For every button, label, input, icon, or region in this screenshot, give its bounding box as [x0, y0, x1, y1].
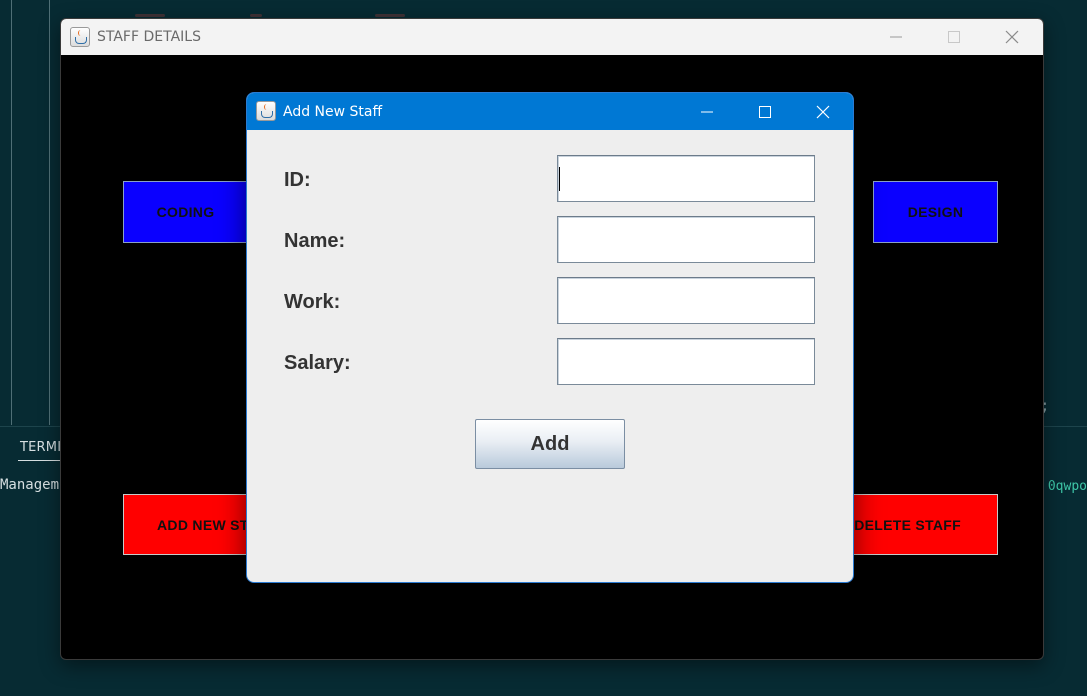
dialog-close-button[interactable]: [794, 93, 852, 130]
main-close-button[interactable]: [983, 19, 1041, 55]
ide-faint-mark: [135, 14, 165, 17]
salary-label: Salary:: [284, 352, 351, 374]
dialog-maximize-button[interactable]: [736, 93, 794, 130]
main-maximize-button[interactable]: [925, 19, 983, 55]
coding-button[interactable]: CODING: [123, 181, 248, 243]
name-label: Name:: [284, 230, 346, 252]
dialog-minimize-button[interactable]: [678, 93, 736, 130]
ide-panel-divider-right: [1042, 426, 1087, 427]
terminal-text-right: 0qwpo: [1047, 479, 1087, 494]
main-window-title: STAFF DETAILS: [97, 29, 201, 45]
delete-staff-button[interactable]: DELETE STAFF: [848, 494, 998, 555]
terminal-text-left: Managem: [0, 477, 60, 493]
work-label: Work:: [284, 291, 341, 313]
maximize-icon: [948, 31, 960, 43]
ide-faint-mark: [375, 14, 405, 17]
design-button[interactable]: DESIGN: [873, 181, 998, 243]
terminal-tab[interactable]: TERMI: [20, 440, 61, 455]
ide-panel-divider: [0, 426, 60, 427]
name-field[interactable]: [557, 216, 815, 263]
id-field[interactable]: [557, 155, 815, 202]
dialog-title: Add New Staff: [283, 104, 383, 120]
terminal-tab-underline: [18, 460, 60, 461]
close-icon: [816, 105, 830, 118]
add-new-staff-dialog: Add New Staff ID: Name: Work: Salary: Ad…: [246, 92, 854, 583]
java-app-icon: [70, 27, 90, 47]
ide-divider-left: [11, 0, 12, 425]
java-app-icon: [256, 101, 276, 121]
add-button[interactable]: Add: [475, 419, 625, 469]
main-titlebar[interactable]: STAFF DETAILS: [61, 19, 1043, 55]
work-field[interactable]: [557, 277, 815, 324]
ide-faint-mark: [250, 14, 262, 17]
maximize-icon: [759, 105, 771, 118]
close-icon: [1005, 30, 1019, 44]
main-minimize-button[interactable]: [867, 19, 925, 55]
text-caret: [559, 167, 560, 191]
salary-field[interactable]: [557, 338, 815, 385]
id-label: ID:: [284, 169, 311, 191]
minimize-icon: [701, 111, 713, 112]
dialog-titlebar[interactable]: Add New Staff: [247, 93, 853, 130]
ide-divider-second: [49, 0, 50, 425]
minimize-icon: [890, 36, 902, 38]
